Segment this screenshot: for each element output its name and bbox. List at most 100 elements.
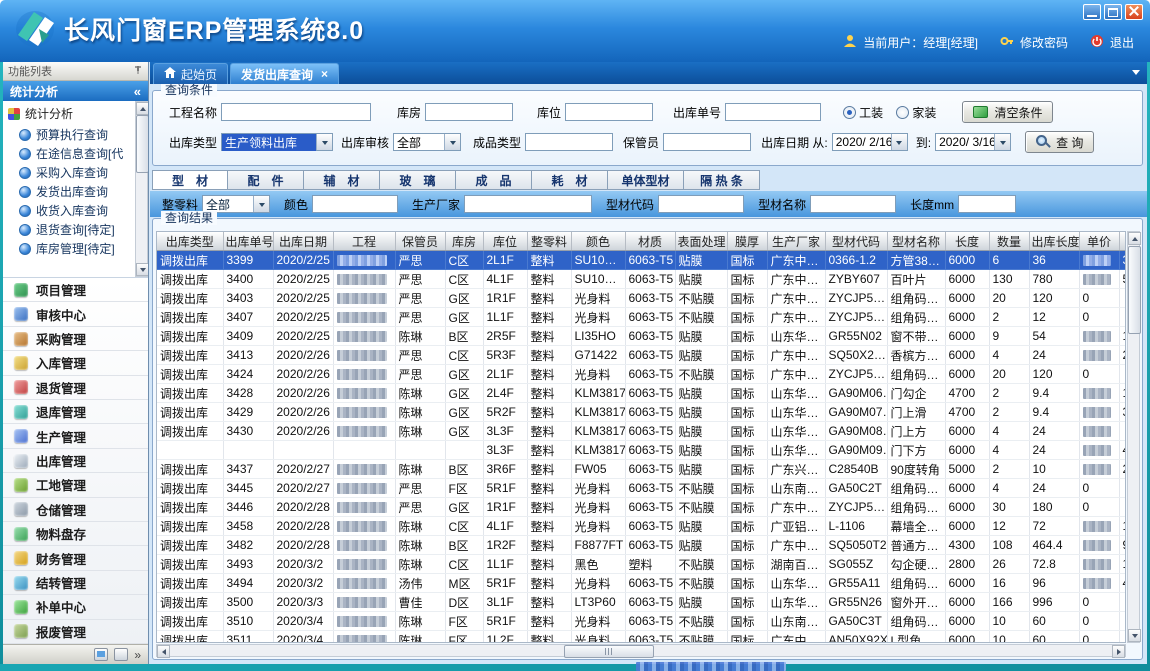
table-row[interactable]: 调拨出库34282020/2/26陈琳G区2L4F整料KLM38176063-T… bbox=[157, 384, 1126, 403]
table-row[interactable]: 调拨出库33992020/2/25严思C区2L1F整料SU10…6063-T5贴… bbox=[157, 251, 1126, 270]
column-header[interactable]: 整零料 bbox=[527, 232, 571, 251]
project-name-input[interactable] bbox=[221, 103, 371, 121]
sidebar-menu-item[interactable]: 财务管理 bbox=[3, 546, 148, 570]
manufacturer-input[interactable] bbox=[464, 195, 592, 213]
table-row[interactable]: 调拨出库34292020/2/26陈琳G区5R2F整料KLM38176063-T… bbox=[157, 403, 1126, 422]
table-row[interactable]: 调拨出库35112020/3/4陈琳F区1L2F整料光身料6063-T5不贴膜国… bbox=[157, 631, 1126, 644]
tree-item[interactable]: 在途信息查询[代 bbox=[19, 144, 148, 163]
radio-gongzhuang[interactable] bbox=[843, 106, 856, 119]
table-row[interactable]: 调拨出库34032020/2/25严思G区1R1F整料光身料6063-T5不贴膜… bbox=[157, 289, 1126, 308]
maximize-button[interactable] bbox=[1104, 4, 1122, 20]
panel-icon[interactable] bbox=[114, 648, 128, 661]
material-tab[interactable]: 辅 材 bbox=[304, 170, 380, 190]
sidebar-menu-item[interactable]: 结转管理 bbox=[3, 571, 148, 595]
outbound-type-select[interactable]: 生产领料出库 bbox=[221, 133, 333, 151]
table-row[interactable]: 3L3F整料KLM38176063-T5贴膜国标山东华…GA90M09…门下方6… bbox=[157, 441, 1126, 460]
column-header[interactable]: 型材名称 bbox=[887, 232, 945, 251]
column-header[interactable]: 出库类型 bbox=[157, 232, 223, 251]
sidebar-menu-item[interactable]: 退库管理 bbox=[3, 400, 148, 424]
dropdown-arrow-icon[interactable] bbox=[316, 134, 332, 150]
monitor-icon[interactable] bbox=[94, 648, 108, 661]
keeper-input[interactable] bbox=[663, 133, 751, 151]
pin-icon[interactable] bbox=[133, 65, 143, 78]
column-header[interactable]: 金 bbox=[1119, 232, 1126, 251]
column-header[interactable]: 颜色 bbox=[571, 232, 625, 251]
column-header[interactable]: 材质 bbox=[625, 232, 675, 251]
radio-jiazhuang[interactable] bbox=[896, 106, 909, 119]
tree-root-item[interactable]: 统计分析 bbox=[3, 101, 148, 124]
column-header[interactable]: 出库单号 bbox=[223, 232, 273, 251]
sidebar-menu-item[interactable]: 报废管理 bbox=[3, 620, 148, 644]
clear-conditions-button[interactable]: 清空条件 bbox=[962, 101, 1053, 123]
column-header[interactable]: 型材代码 bbox=[825, 232, 887, 251]
sidebar-menu-item[interactable]: 仓储管理 bbox=[3, 498, 148, 522]
product-type-input[interactable] bbox=[525, 133, 613, 151]
tree-item[interactable]: 采购入库查询 bbox=[19, 163, 148, 182]
column-header[interactable]: 表面处理 bbox=[675, 232, 727, 251]
tree-item[interactable]: 发货出库查询 bbox=[19, 182, 148, 201]
scroll-down-icon[interactable] bbox=[136, 263, 148, 276]
scroll-right-icon[interactable] bbox=[1112, 645, 1125, 658]
color-input[interactable] bbox=[312, 195, 398, 213]
sidebar-menu-item[interactable]: 项目管理 bbox=[3, 278, 148, 302]
column-header[interactable]: 工程 bbox=[333, 232, 395, 251]
sidebar-menu-item[interactable]: 入库管理 bbox=[3, 351, 148, 375]
scroll-down-icon[interactable] bbox=[1128, 629, 1141, 642]
table-row[interactable]: 调拨出库34462020/2/28严思G区1R1F整料光身料6063-T5不贴膜… bbox=[157, 498, 1126, 517]
vertical-scrollbar[interactable] bbox=[1127, 231, 1140, 643]
scroll-up-icon[interactable] bbox=[136, 102, 148, 115]
column-header[interactable]: 膜厚 bbox=[727, 232, 767, 251]
sidebar-menu-item[interactable]: 采购管理 bbox=[3, 327, 148, 351]
sidebar-menu-item[interactable]: 生产管理 bbox=[3, 424, 148, 448]
column-header[interactable]: 数量 bbox=[989, 232, 1029, 251]
sidebar-menu-item[interactable]: 审核中心 bbox=[3, 302, 148, 326]
column-header[interactable]: 库位 bbox=[483, 232, 527, 251]
horizontal-scrollbar[interactable] bbox=[156, 644, 1126, 657]
table-row[interactable]: 调拨出库34242020/2/26严思G区2L1F整料光身料6063-T5不贴膜… bbox=[157, 365, 1126, 384]
change-password-link[interactable]: 修改密码 bbox=[1020, 34, 1068, 51]
scroll-left-icon[interactable] bbox=[157, 645, 170, 658]
tree-item[interactable]: 收货入库查询 bbox=[19, 201, 148, 220]
material-tab[interactable]: 成 品 bbox=[456, 170, 532, 190]
column-header[interactable]: 出库日期 bbox=[273, 232, 333, 251]
tab-outbound-query[interactable]: 发货出库查询 × bbox=[230, 63, 339, 84]
sidebar-menu-item[interactable]: 物料盘存 bbox=[3, 522, 148, 546]
table-row[interactable]: 调拨出库34582020/2/28陈琳C区4L1F整料光身料6063-T5贴膜国… bbox=[157, 517, 1126, 536]
table-row[interactable]: 调拨出库35002020/3/3曹佳D区3L1F整料LT3P606063-T5贴… bbox=[157, 593, 1126, 612]
table-row[interactable]: 调拨出库34132020/2/26严思C区5R3F整料G714226063-T5… bbox=[157, 346, 1126, 365]
material-tab[interactable]: 单体型材 bbox=[608, 170, 684, 190]
table-row[interactable]: 调拨出库34302020/2/26陈琳G区3L3F整料KLM38176063-T… bbox=[157, 422, 1126, 441]
scrollbar-thumb[interactable] bbox=[1128, 246, 1141, 334]
table-row[interactable]: 调拨出库34452020/2/27严思F区5R1F整料光身料6063-T5不贴膜… bbox=[157, 479, 1126, 498]
table-row[interactable]: 调拨出库34822020/2/28陈琳B区1R2F整料F8877FT6063-T… bbox=[157, 536, 1126, 555]
profile-name-input[interactable] bbox=[810, 195, 896, 213]
column-header[interactable]: 保管员 bbox=[395, 232, 445, 251]
location-input[interactable] bbox=[565, 103, 653, 121]
tree-item[interactable]: 预算执行查询 bbox=[19, 125, 148, 144]
material-tab[interactable]: 玻 璃 bbox=[380, 170, 456, 190]
warehouse-input[interactable] bbox=[425, 103, 513, 121]
table-row[interactable]: 调拨出库34942020/3/2汤伟M区5R1F整料光身料6063-T5不贴膜国… bbox=[157, 574, 1126, 593]
scroll-up-icon[interactable] bbox=[1128, 232, 1141, 245]
tree-scrollbar[interactable] bbox=[135, 101, 148, 277]
tab-list-dropdown-icon[interactable] bbox=[1132, 70, 1140, 79]
table-row[interactable]: 调拨出库35102020/3/4陈琳F区5R1F整料光身料6063-T5不贴膜国… bbox=[157, 612, 1126, 631]
material-tab[interactable]: 隔 热 条 bbox=[684, 170, 760, 190]
dropdown-arrow-icon[interactable] bbox=[444, 134, 460, 150]
tree-item[interactable]: 退货查询[待定] bbox=[19, 220, 148, 239]
dropdown-arrow-icon[interactable] bbox=[253, 196, 269, 212]
table-row[interactable]: 调拨出库34372020/2/27陈琳B区3R6F整料FW056063-T5贴膜… bbox=[157, 460, 1126, 479]
logout-link[interactable]: 退出 bbox=[1110, 34, 1134, 51]
minimize-button[interactable] bbox=[1083, 4, 1101, 20]
length-input[interactable] bbox=[958, 195, 1016, 213]
tab-start-page[interactable]: 起始页 bbox=[153, 63, 228, 84]
more-icon[interactable]: » bbox=[134, 648, 141, 662]
order-no-input[interactable] bbox=[725, 103, 821, 121]
scrollbar-thumb[interactable] bbox=[136, 115, 148, 173]
material-tab[interactable]: 配 件 bbox=[228, 170, 304, 190]
date-from-picker[interactable]: 2020/ 2/16 bbox=[832, 133, 908, 151]
table-row[interactable]: 调拨出库34072020/2/25严思G区1L1F整料光身料6063-T5不贴膜… bbox=[157, 308, 1126, 327]
scrollbar-thumb[interactable] bbox=[564, 645, 654, 658]
sidebar-menu-item[interactable]: 补单中心 bbox=[3, 595, 148, 619]
column-header[interactable]: 单价 bbox=[1079, 232, 1119, 251]
